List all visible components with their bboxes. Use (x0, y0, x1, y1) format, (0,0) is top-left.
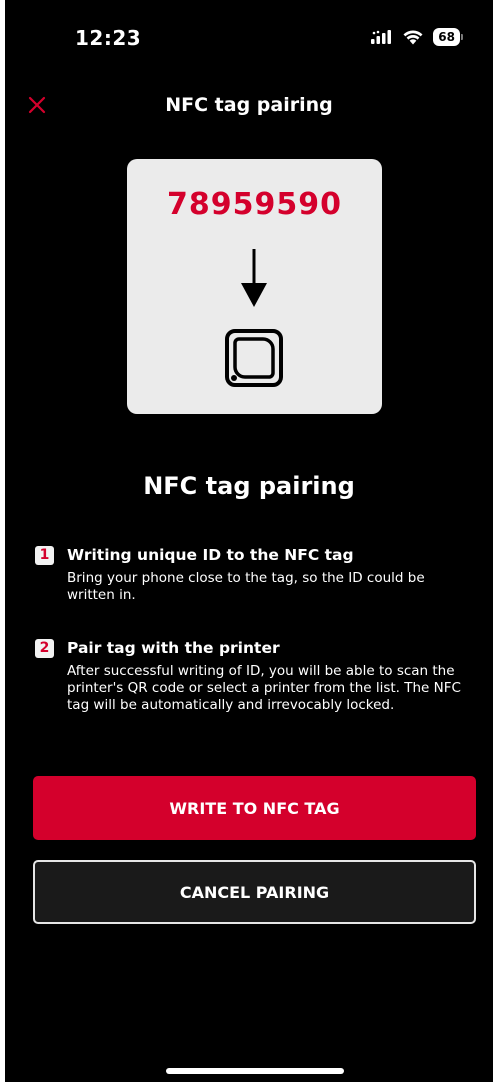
home-indicator[interactable] (166, 1068, 344, 1074)
step-description: Bring your phone close to the tag, so th… (67, 570, 425, 603)
step-title: Writing unique ID to the NFC tag (67, 546, 354, 564)
step-description: After successful writing of ID, you will… (67, 663, 461, 713)
battery-tip (461, 34, 463, 40)
step-item: 2 Pair tag with the printer After succes… (35, 638, 467, 714)
signal-icon (371, 30, 392, 44)
section-title: NFC tag pairing (143, 472, 355, 500)
status-icons: 68 (371, 28, 463, 46)
battery-level: 68 (433, 28, 460, 46)
cancel-pairing-button[interactable]: CANCEL PAIRING (33, 860, 476, 924)
page-title: NFC tag pairing (165, 94, 333, 116)
status-time: 12:23 (75, 26, 142, 50)
nfc-tag-icon (225, 329, 283, 387)
wifi-icon (403, 30, 423, 45)
battery-indicator: 68 (433, 28, 463, 46)
tag-id-value: 78959590 (167, 187, 342, 222)
nfc-illustration-card: 78959590 (127, 159, 382, 414)
write-to-nfc-tag-button[interactable]: WRITE TO NFC TAG (33, 776, 476, 840)
step-item: 1 Writing unique ID to the NFC tag Bring… (35, 545, 467, 604)
arrow-down-icon (241, 249, 267, 307)
nfc-pairing-screen: 12:23 68 NFC tag pairing 78959590 NFC ta… (5, 0, 493, 1082)
step-number-badge: 1 (35, 546, 54, 565)
step-number-badge: 2 (35, 639, 54, 658)
step-title: Pair tag with the printer (67, 639, 280, 657)
